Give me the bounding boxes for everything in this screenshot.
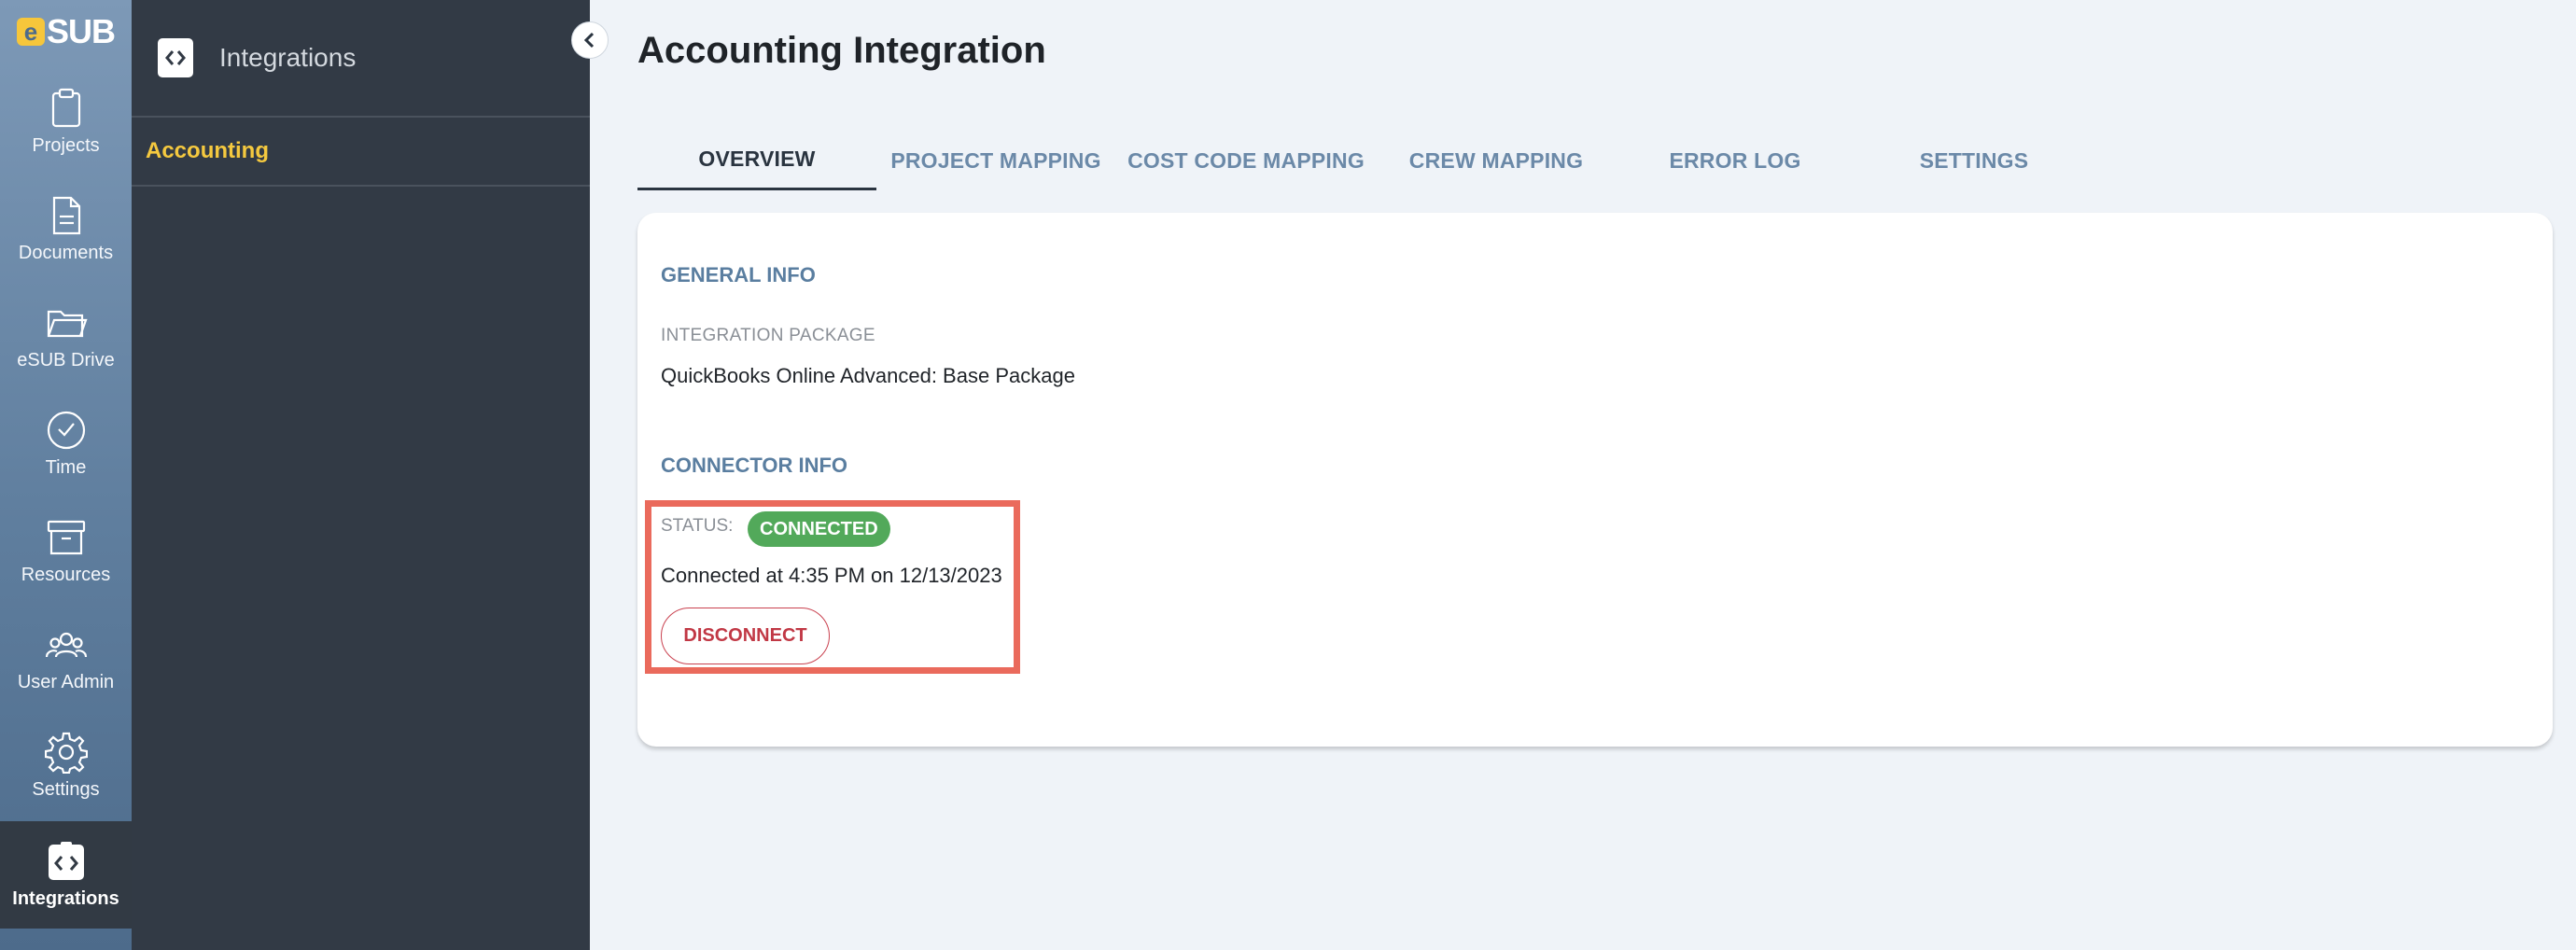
- overview-card: GENERAL INFO INTEGRATION PACKAGE QuickBo…: [637, 213, 2553, 747]
- document-icon: [52, 196, 80, 235]
- integration-package-label: INTEGRATION PACKAGE: [661, 326, 875, 345]
- folder-icon: [47, 310, 88, 338]
- tab-settings[interactable]: SETTINGS: [1855, 131, 2093, 190]
- nav-label: Integrations: [12, 888, 119, 909]
- logo-e-mark: e: [16, 18, 45, 46]
- nav-label: Settings: [32, 779, 100, 800]
- nav-label: Resources: [21, 565, 111, 585]
- nav-label: Documents: [18, 243, 114, 263]
- tab-cost-code-mapping[interactable]: COST CODE MAPPING: [1115, 131, 1377, 190]
- integration-package-value: QuickBooks Online Advanced: Base Package: [661, 364, 1075, 387]
- nav-label: eSUB Drive: [17, 350, 115, 370]
- tab-project-mapping[interactable]: PROJECT MAPPING: [876, 131, 1115, 190]
- integrations-icon: [158, 38, 193, 77]
- sidebar-header: Integrations: [132, 0, 590, 118]
- nav-item-user-admin[interactable]: User Admin: [0, 605, 132, 712]
- clipboard-icon: [51, 88, 80, 128]
- nav-label: Time: [45, 457, 87, 478]
- gear-icon: [44, 732, 88, 774]
- tab-bar: OVERVIEW PROJECT MAPPING COST CODE MAPPI…: [637, 131, 2056, 190]
- general-info-heading: GENERAL INFO: [661, 263, 816, 286]
- sidebar-title: Integrations: [219, 43, 357, 72]
- nav-item-time[interactable]: Time: [0, 390, 132, 497]
- logo-text: SUB: [46, 12, 116, 50]
- secondary-sidebar: Integrations Accounting: [132, 0, 590, 950]
- users-icon: [45, 632, 87, 658]
- tab-error-log[interactable]: ERROR LOG: [1616, 131, 1855, 190]
- nav-item-projects[interactable]: Projects: [0, 68, 132, 175]
- archive-box-icon: [47, 520, 85, 555]
- sidebar-item-accounting[interactable]: Accounting: [132, 118, 590, 187]
- nav-item-resources[interactable]: Resources: [0, 497, 132, 605]
- disconnect-button[interactable]: DISCONNECT: [661, 608, 830, 664]
- status-label: STATUS:: [661, 516, 734, 536]
- nav-label: User Admin: [17, 672, 115, 692]
- nav-item-integrations[interactable]: Integrations: [0, 821, 132, 929]
- integrations-icon: [48, 842, 84, 880]
- tab-overview[interactable]: OVERVIEW: [637, 131, 876, 190]
- app-nav: e SUB Projects Documents eSUB Drive Time: [0, 0, 132, 950]
- esub-logo[interactable]: e SUB: [0, 0, 132, 63]
- tab-crew-mapping[interactable]: CREW MAPPING: [1377, 131, 1616, 190]
- chevron-left-icon: [583, 32, 595, 49]
- nav-item-esub-drive[interactable]: eSUB Drive: [0, 283, 132, 390]
- collapse-sidebar-button[interactable]: [571, 21, 609, 59]
- connected-timestamp: Connected at 4:35 PM on 12/13/2023: [661, 564, 1002, 587]
- nav-item-settings[interactable]: Settings: [0, 712, 132, 819]
- clock-icon: [47, 411, 85, 450]
- nav-label: Projects: [32, 135, 100, 156]
- status-badge: CONNECTED: [748, 511, 890, 547]
- nav-item-documents[interactable]: Documents: [0, 175, 132, 283]
- page-title: Accounting Integration: [637, 30, 1046, 71]
- connector-info-heading: CONNECTOR INFO: [661, 454, 848, 477]
